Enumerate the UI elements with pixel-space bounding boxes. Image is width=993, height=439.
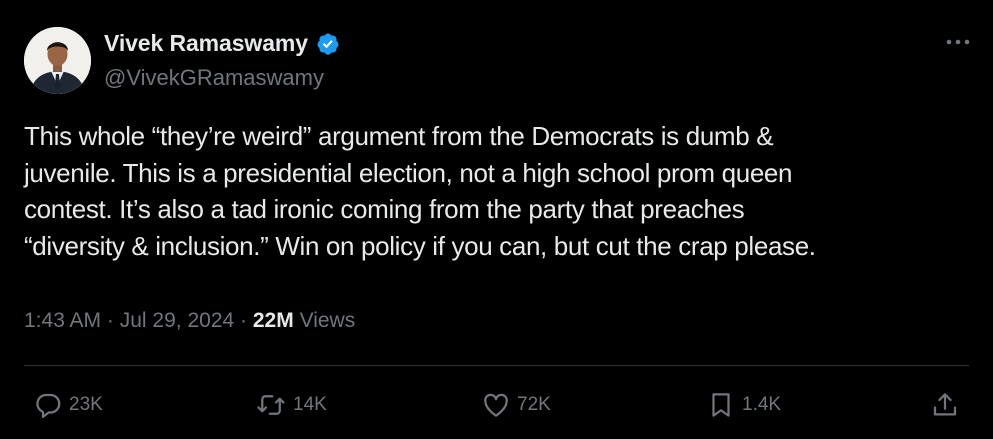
like-count: 72K [517,394,551,415]
verified-badge-icon [317,33,339,55]
share-icon [933,393,957,416]
tweet-time[interactable]: 1:43 AM [24,309,101,332]
heart-icon [484,393,508,417]
tweet-date[interactable]: Jul 29, 2024 [120,309,234,332]
tweet-meta: 1:43 AM · Jul 29, 2024 · 22M Views [24,309,355,333]
divider [24,365,969,366]
tweet-text-line: This whole “they’re weird” argument from… [24,121,774,151]
tweet-card: Vivek Ramaswamy @VivekGRamaswamy This wh… [0,0,993,439]
author-display-name[interactable]: Vivek Ramaswamy [104,30,308,57]
meta-separator: · [240,309,248,332]
reply-icon [36,393,61,418]
bookmark-count: 1.4K [742,394,782,415]
reply-button[interactable]: 23K [33,390,103,420]
bookmark-icon [712,393,730,417]
retweet-icon [257,395,285,415]
meta-separator: · [106,309,114,332]
share-button[interactable] [930,390,960,420]
reply-count: 23K [69,394,103,415]
like-button[interactable]: 72K [481,390,551,420]
author-handle[interactable]: @VivekGRamaswamy [104,65,324,91]
avatar-photo [24,27,91,94]
more-options-icon[interactable] [944,32,972,52]
avatar[interactable] [24,27,91,94]
retweet-count: 14K [293,394,327,415]
views-count: 22M [252,309,294,332]
retweet-button[interactable]: 14K [255,390,327,420]
tweet-text: This whole “they’re weird” argument from… [24,118,974,264]
views-label: Views [299,309,356,332]
tweet-text-line: juvenile. This is a presidential electio… [24,157,793,188]
tweet-text-line: contest. It’s also a tad ironic coming f… [24,194,745,224]
tweet-text-line: “diversity & inclusion.” Win on policy i… [24,230,816,261]
bookmark-button[interactable]: 1.4K [706,390,781,420]
author-name-row: Vivek Ramaswamy [104,30,340,57]
